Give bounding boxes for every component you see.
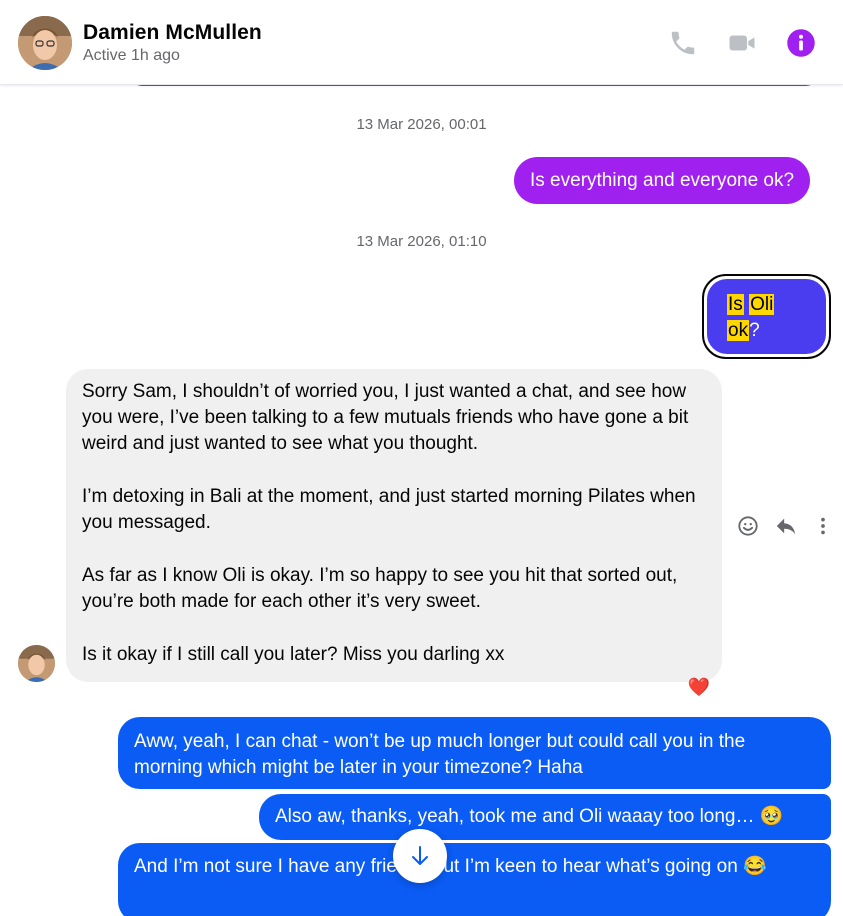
message-punctuation: ? (749, 320, 760, 341)
timestamp: 13 Mar 2026, 01:10 (356, 233, 487, 250)
contact-avatar[interactable] (18, 16, 72, 70)
timestamp: 13 Mar 2026, 00:01 (356, 116, 487, 133)
highlighted-word: ok (727, 320, 750, 341)
info-icon[interactable] (786, 28, 816, 58)
smiley-icon[interactable] (737, 515, 759, 537)
heart-reaction[interactable]: ❤️ (687, 675, 711, 699)
video-camera-icon[interactable] (727, 28, 757, 58)
message-paragraph: As far as I know Oli is okay. I’m so hap… (82, 565, 678, 612)
scroll-to-bottom-button[interactable] (393, 829, 447, 883)
message-text: Is Oli ok? (707, 279, 826, 354)
contact-status: Active 1h ago (83, 47, 180, 64)
selected-sent-message[interactable]: Is Oli ok? (702, 274, 831, 359)
highlighted-word: Is (727, 294, 744, 315)
reply-icon[interactable] (775, 515, 797, 537)
messenger-chat: Damien McMullen Active 1h ago 13 Mar 202… (0, 0, 843, 916)
received-message[interactable]: Sorry Sam, I shouldn’t of worried you, I… (66, 369, 722, 682)
message-paragraph: I’m detoxing in Bali at the moment, and … (82, 486, 696, 533)
sent-message[interactable]: Also aw, thanks, yeah, took me and Oli w… (259, 794, 831, 840)
sender-avatar[interactable] (18, 645, 55, 682)
arrow-down-icon (412, 846, 428, 865)
avatar-image (18, 645, 55, 682)
message-paragraph: Sorry Sam, I shouldn’t of worried you, I… (82, 381, 689, 454)
highlighted-word: Oli (749, 294, 775, 315)
avatar-image (18, 16, 72, 70)
phone-icon[interactable] (668, 28, 698, 58)
more-vertical-icon[interactable] (812, 515, 834, 537)
chat-header: Damien McMullen Active 1h ago (0, 0, 843, 85)
message-paragraph: Is it okay if I still call you later? Mi… (82, 644, 505, 665)
sent-message[interactable]: Is everything and everyone ok? (514, 157, 811, 204)
sent-message[interactable]: Aww, yeah, I can chat - won’t be up much… (118, 717, 831, 789)
contact-name[interactable]: Damien McMullen (83, 21, 262, 45)
sent-message[interactable]: And I’m not sure I have any friends but … (118, 843, 831, 916)
